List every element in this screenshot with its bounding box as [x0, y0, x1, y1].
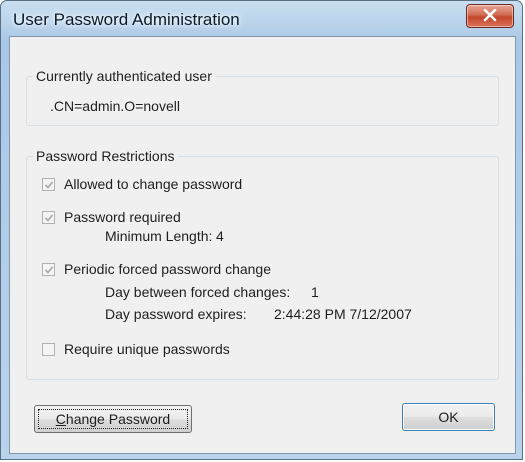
password-required-label: Password required [64, 209, 181, 225]
focus-ring [38, 409, 188, 429]
days-between-changes-label: Day between forced changes: [105, 284, 291, 300]
ok-button[interactable]: OK [402, 403, 495, 431]
authenticated-user-value: .CN=admin.O=novell [50, 98, 180, 114]
change-password-button[interactable]: Change Password [34, 405, 192, 433]
periodic-change-checkbox[interactable] [42, 263, 55, 276]
unique-passwords-checkbox[interactable] [42, 343, 55, 356]
periodic-change-label: Periodic forced password change [64, 261, 272, 277]
ok-button-label: OK [438, 409, 459, 425]
checkmark-icon [44, 266, 54, 274]
minimum-length-label: Minimum Length: [105, 228, 213, 244]
allow-change-checkbox[interactable] [42, 178, 55, 191]
days-between-changes-value: 1 [311, 284, 319, 300]
dialog-window: User Password Administration Currently a… [0, 0, 523, 460]
dialog-client-area: Currently authenticated user .CN=admin.O… [9, 36, 516, 454]
password-expires-label: Day password expires: [105, 306, 247, 322]
window-title: User Password Administration [13, 10, 240, 29]
authenticated-user-group-title: Currently authenticated user [33, 68, 215, 84]
minimum-length-value: 4 [216, 228, 224, 244]
password-expires-value: 2:44:28 PM 7/12/2007 [274, 306, 412, 322]
authenticated-user-group: Currently authenticated user .CN=admin.O… [26, 68, 499, 126]
checkmark-icon [44, 181, 54, 189]
password-restrictions-group: Password Restrictions Allowed to change … [26, 148, 499, 380]
unique-passwords-label: Require unique passwords [64, 341, 230, 357]
close-icon [483, 9, 497, 22]
close-button[interactable] [466, 4, 514, 28]
password-restrictions-group-title: Password Restrictions [33, 148, 178, 164]
password-required-checkbox[interactable] [42, 211, 55, 224]
title-bar[interactable]: User Password Administration [1, 1, 522, 37]
checkmark-icon [44, 214, 54, 222]
allow-change-label: Allowed to change password [64, 176, 243, 192]
